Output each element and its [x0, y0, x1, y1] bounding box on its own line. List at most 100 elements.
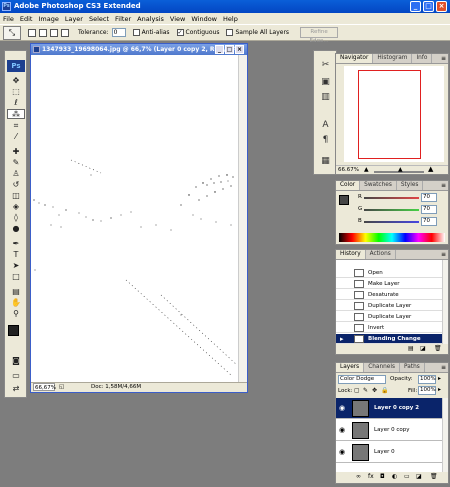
history-item-active[interactable]: ▸ Blending Change — [336, 334, 446, 344]
paragraph-icon[interactable]: ¶ — [318, 134, 333, 146]
shape-tool-icon[interactable]: □ — [7, 272, 25, 282]
history-item[interactable]: Desaturate — [336, 290, 446, 300]
menu-layer[interactable]: Layer — [65, 15, 83, 23]
blur-tool-icon[interactable]: ◊ — [7, 213, 25, 223]
refine-edge-button[interactable]: Refine Edge... — [300, 27, 339, 44]
path-selection-icon[interactable]: ➤ — [7, 261, 25, 271]
tab-info[interactable]: Info — [412, 54, 433, 63]
maximize-button[interactable]: □ — [423, 1, 434, 12]
blue-slider[interactable] — [364, 221, 419, 223]
hand-tool-icon[interactable]: ✋ — [7, 298, 25, 308]
opacity-arrow-icon[interactable]: ▸ — [438, 375, 441, 382]
zoom-tool-icon[interactable]: ⚲ — [7, 309, 25, 319]
vertical-scrollbar[interactable] — [238, 55, 247, 382]
green-slider[interactable] — [364, 209, 419, 211]
panel-menu-icon[interactable]: ≡ — [441, 55, 446, 62]
lock-transparency-icon[interactable]: ▢ — [354, 387, 360, 394]
menu-help[interactable]: Help — [223, 15, 238, 23]
history-item[interactable]: Invert — [336, 323, 446, 333]
doc-maximize-button[interactable]: □ — [225, 45, 234, 54]
tab-swatches[interactable]: Swatches — [360, 181, 397, 190]
delete-layer-icon[interactable]: 🗑 — [430, 473, 438, 480]
tab-paths[interactable]: Paths — [400, 363, 425, 372]
new-snapshot-icon[interactable]: ◪ — [420, 345, 426, 352]
eye-icon[interactable]: ◉ — [339, 426, 347, 434]
eye-icon[interactable]: ◉ — [339, 404, 347, 412]
opacity-field[interactable]: 100% — [418, 375, 436, 384]
crop-tool-icon[interactable]: ⌗ — [7, 121, 25, 131]
eraser-tool-icon[interactable]: ◫ — [7, 191, 25, 201]
history-item[interactable]: Open — [336, 268, 446, 278]
pen-tool-icon[interactable]: ✒ — [7, 239, 25, 249]
tab-history[interactable]: History — [336, 250, 366, 259]
type-tool-icon[interactable]: T — [7, 250, 25, 260]
minimize-button[interactable]: _ — [410, 1, 421, 12]
new-group-icon[interactable]: ▭ — [404, 473, 410, 480]
layer-mask-icon[interactable]: ◘ — [380, 473, 385, 480]
brushes-icon[interactable]: ▣ — [318, 76, 333, 88]
foreground-color-swatch[interactable] — [8, 325, 19, 336]
color-spectrum-bar[interactable] — [339, 233, 445, 242]
contiguous-checkbox[interactable]: ✓ Contiguous — [176, 29, 219, 36]
fill-arrow-icon[interactable]: ▸ — [438, 386, 441, 393]
new-layer-icon[interactable]: ◪ — [416, 473, 422, 480]
navigator-view-box[interactable] — [358, 70, 421, 159]
blue-value-field[interactable]: 70 — [421, 217, 437, 226]
marquee-tool-icon[interactable]: ⬚ — [7, 87, 25, 97]
tab-layers[interactable]: Layers — [336, 363, 365, 372]
screen-mode-icon[interactable]: ▭ — [7, 371, 25, 381]
close-button[interactable]: × — [436, 1, 447, 12]
menu-window[interactable]: Window — [191, 15, 217, 23]
layer-comps-icon[interactable]: ▦ — [318, 155, 333, 167]
doc-minimize-button[interactable]: _ — [215, 45, 224, 54]
navigator-thumbnail[interactable] — [344, 66, 444, 162]
layer-style-icon[interactable]: fx — [368, 473, 374, 480]
adjustment-layer-icon[interactable]: ◐ — [392, 473, 397, 480]
history-brush-icon[interactable]: ↺ — [7, 180, 25, 190]
clone-source-icon[interactable]: ▥ — [318, 91, 333, 103]
imageready-icon[interactable]: ⇄ — [7, 384, 25, 394]
paint-bucket-icon[interactable]: ◈ — [7, 202, 25, 212]
antialias-checkbox[interactable]: Anti-alias — [132, 29, 170, 36]
tab-styles[interactable]: Styles — [397, 181, 424, 190]
red-value-field[interactable]: 70 — [421, 193, 437, 202]
menu-file[interactable]: File — [3, 15, 14, 23]
trash-icon[interactable]: 🗑 — [434, 345, 442, 352]
add-to-selection-icon[interactable] — [39, 28, 47, 37]
zoom-in-icon[interactable]: ▲ — [428, 165, 433, 173]
new-selection-icon[interactable] — [28, 28, 36, 37]
history-item[interactable]: Make Layer — [336, 279, 446, 289]
menu-analysis[interactable]: Analysis — [137, 15, 164, 23]
menu-select[interactable]: Select — [89, 15, 109, 23]
menu-view[interactable]: View — [170, 15, 185, 23]
lock-all-icon[interactable]: 🔒 — [381, 387, 388, 394]
navigator-zoom[interactable]: 66.67% — [338, 167, 359, 173]
tools-preset-icon[interactable]: ✂ — [318, 59, 333, 71]
tab-navigator[interactable]: Navigator — [336, 54, 374, 63]
blend-mode-select[interactable]: Color Dodge — [338, 375, 386, 384]
move-tool-icon[interactable]: ✥ — [7, 76, 25, 86]
red-slider[interactable] — [364, 197, 419, 199]
layer-row-active[interactable]: ◉ Layer 0 copy 2 — [336, 398, 446, 419]
layers-scrollbar[interactable] — [442, 398, 448, 472]
quick-mask-icon[interactable]: ◙ — [7, 356, 25, 366]
link-layers-icon[interactable]: ∞ — [356, 473, 361, 480]
green-value-field[interactable]: 70 — [421, 205, 437, 214]
brush-tool-icon[interactable]: ✎ — [7, 158, 25, 168]
lock-pixels-icon[interactable]: ✎ — [363, 387, 368, 394]
zoom-level-field[interactable]: 66,67% — [33, 383, 56, 391]
color-foreground-swatch[interactable] — [339, 195, 349, 205]
notes-tool-icon[interactable]: ▤ — [7, 287, 25, 297]
tolerance-input[interactable]: 0 — [111, 28, 126, 37]
doc-close-button[interactable]: × — [235, 45, 244, 54]
menu-image[interactable]: Image — [38, 15, 58, 23]
tab-actions[interactable]: Actions — [366, 250, 396, 259]
tab-histogram[interactable]: Histogram — [373, 54, 413, 63]
history-item[interactable]: Duplicate Layer — [336, 312, 446, 322]
zoom-preview-icon[interactable]: ◱ — [59, 383, 64, 392]
slider-thumb-icon[interactable]: ▲ — [398, 166, 403, 173]
panel-menu-icon[interactable]: ≡ — [441, 182, 446, 189]
eyedropper-tool-icon[interactable]: ⁄ — [7, 132, 25, 142]
tab-color[interactable]: Color — [336, 181, 361, 190]
sample-all-checkbox[interactable]: Sample All Layers — [226, 29, 289, 36]
